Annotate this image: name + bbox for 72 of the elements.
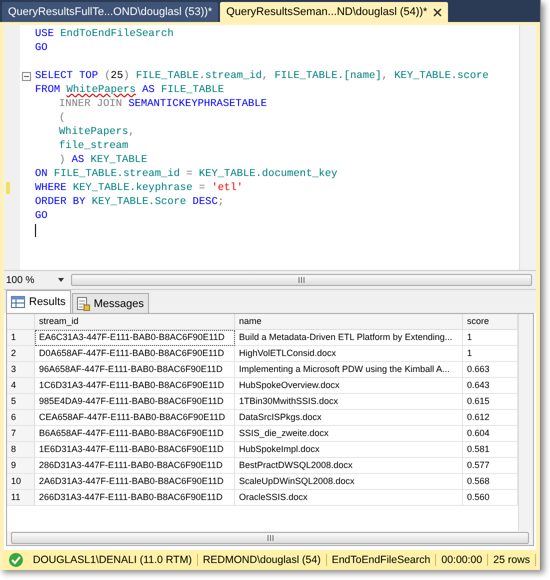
table-cell: 985E4DA9-447F-E111-BAB0-B8AC6F90E11D (35, 394, 235, 410)
code-line: GO (35, 41, 48, 55)
row-number: 5 (7, 394, 35, 410)
table-cell: 1C6D31A3-447F-E111-BAB0-B8AC6F90E11D (35, 378, 235, 394)
table-cell: BestPractDWSQL2008.docx (235, 458, 463, 474)
row-number: 8 (7, 442, 35, 458)
corner-header (7, 314, 35, 330)
results-tab[interactable]: Messages (72, 293, 149, 313)
code-line: GO (35, 209, 48, 223)
table-cell: 2A6D31A3-447F-E111-BAB0-B8AC6F90E11D (35, 474, 235, 490)
vertical-scrollbar[interactable] (519, 25, 536, 270)
status-item: REDMOND\douglasl (54) (198, 554, 327, 566)
status-item: DOUGLASL1\DENALI (11.0 RTM) (28, 554, 198, 566)
document-tab[interactable]: QueryResultsSeman...ND\douglasl (54))* (220, 2, 448, 22)
table-cell: SSIS_die_zweite.docx (235, 426, 463, 442)
table-cell: 1E6D31A3-447F-E111-BAB0-B8AC6F90E11D (35, 442, 235, 458)
row-number: 2 (7, 346, 35, 362)
table-cell: CEA658AF-447F-E111-BAB0-B8AC6F90E11D (35, 410, 235, 426)
table-cell: HighVolETLConsid.docx (235, 346, 463, 362)
status-item: 25 rows (488, 554, 536, 566)
table-cell: HubSpokeImpl.docx (235, 442, 463, 458)
status-item: EndToEndFileSearch (326, 554, 436, 566)
row-number: 3 (7, 362, 35, 378)
row-number: 10 (7, 474, 35, 490)
grid-horizontal-scrollbar[interactable] (11, 532, 529, 544)
table-cell: EA6C31A3-447F-E111-BAB0-B8AC6F90E11D (35, 330, 235, 346)
table-cell: HubSpokeOverview.docx (235, 378, 463, 394)
document-icon (76, 296, 90, 310)
code-line: file_stream (59, 139, 128, 153)
column-header[interactable]: stream_id (35, 314, 235, 330)
code-line: SELECT TOP (25) FILE_TABLE.stream_id, FILE_TABLE.[name], KEY_TABLE.score (35, 69, 489, 83)
code-line: ON FILE_TABLE.stream_id = KEY_TABLE.document_key (35, 167, 338, 181)
code-line: USE EndToEndFileSearch (35, 27, 174, 41)
code-line: WhitePapers, (59, 125, 135, 139)
table-cell: Implementing a Microsoft PDW using the Kimball A... (235, 362, 463, 378)
row-number: 6 (7, 410, 35, 426)
table-cell: 96A658AF-447F-E111-BAB0-B8AC6F90E11D (35, 362, 235, 378)
column-header[interactable]: score (463, 314, 518, 330)
text-cursor (35, 224, 36, 236)
table-cell: ScaleUpDWinSQL2008.docx (235, 474, 463, 490)
collapse-icon[interactable] (22, 72, 31, 81)
table-cell: 1TBin30MwithSSIS.docx (235, 394, 463, 410)
row-number: 9 (7, 458, 35, 474)
status-item: 00:00:00 (436, 554, 488, 566)
table-cell: B6A658AF-447F-E111-BAB0-B8AC6F90E11D (35, 426, 235, 442)
row-number: 4 (7, 378, 35, 394)
code-line: INNER JOIN SEMANTICKEYPHRASETABLE (59, 97, 267, 111)
grid-icon (11, 296, 25, 308)
row-number: 1 (7, 330, 35, 346)
grip-icon (266, 535, 274, 541)
row-number: 7 (7, 426, 35, 442)
table-cell: DataSrcISPkgs.docx (235, 410, 463, 426)
grid-vertical-scrollbar[interactable] (518, 314, 533, 531)
table-cell: D0A658AF-447F-E111-BAB0-B8AC6F90E11D (35, 346, 235, 362)
document-tab[interactable]: QueryResultsFullTe...OND\douglasl (53))* (2, 2, 218, 22)
grip-icon (298, 277, 305, 283)
code-line: ( (59, 111, 66, 125)
table-cell: 286D31A3-447F-E111-BAB0-B8AC6F90E11D (35, 458, 235, 474)
code-line: WHERE KEY_TABLE.keyphrase = 'etl' (35, 181, 243, 195)
caret-icon (58, 278, 64, 282)
column-header[interactable]: name (235, 314, 463, 330)
row-number: 11 (7, 490, 35, 506)
horizontal-scrollbar[interactable] (71, 274, 532, 286)
table-cell: OracleSSIS.docx (235, 490, 463, 506)
table-cell: Build a Metadata-Driven ETL Platform by Extending... (235, 330, 463, 346)
table-cell: 266D31A3-447F-E111-BAB0-B8AC6F90E11D (35, 490, 235, 506)
close-icon[interactable] (433, 8, 442, 16)
results-tab[interactable]: Results (6, 290, 71, 313)
code-line: ORDER BY KEY_TABLE.Score DESC; (35, 195, 224, 209)
code-line: FROM WhitePapers AS FILE_TABLE (35, 83, 224, 97)
code-line: ) AS KEY_TABLE (59, 153, 148, 167)
zoom-dropdown[interactable]: 100 % (4, 274, 67, 286)
